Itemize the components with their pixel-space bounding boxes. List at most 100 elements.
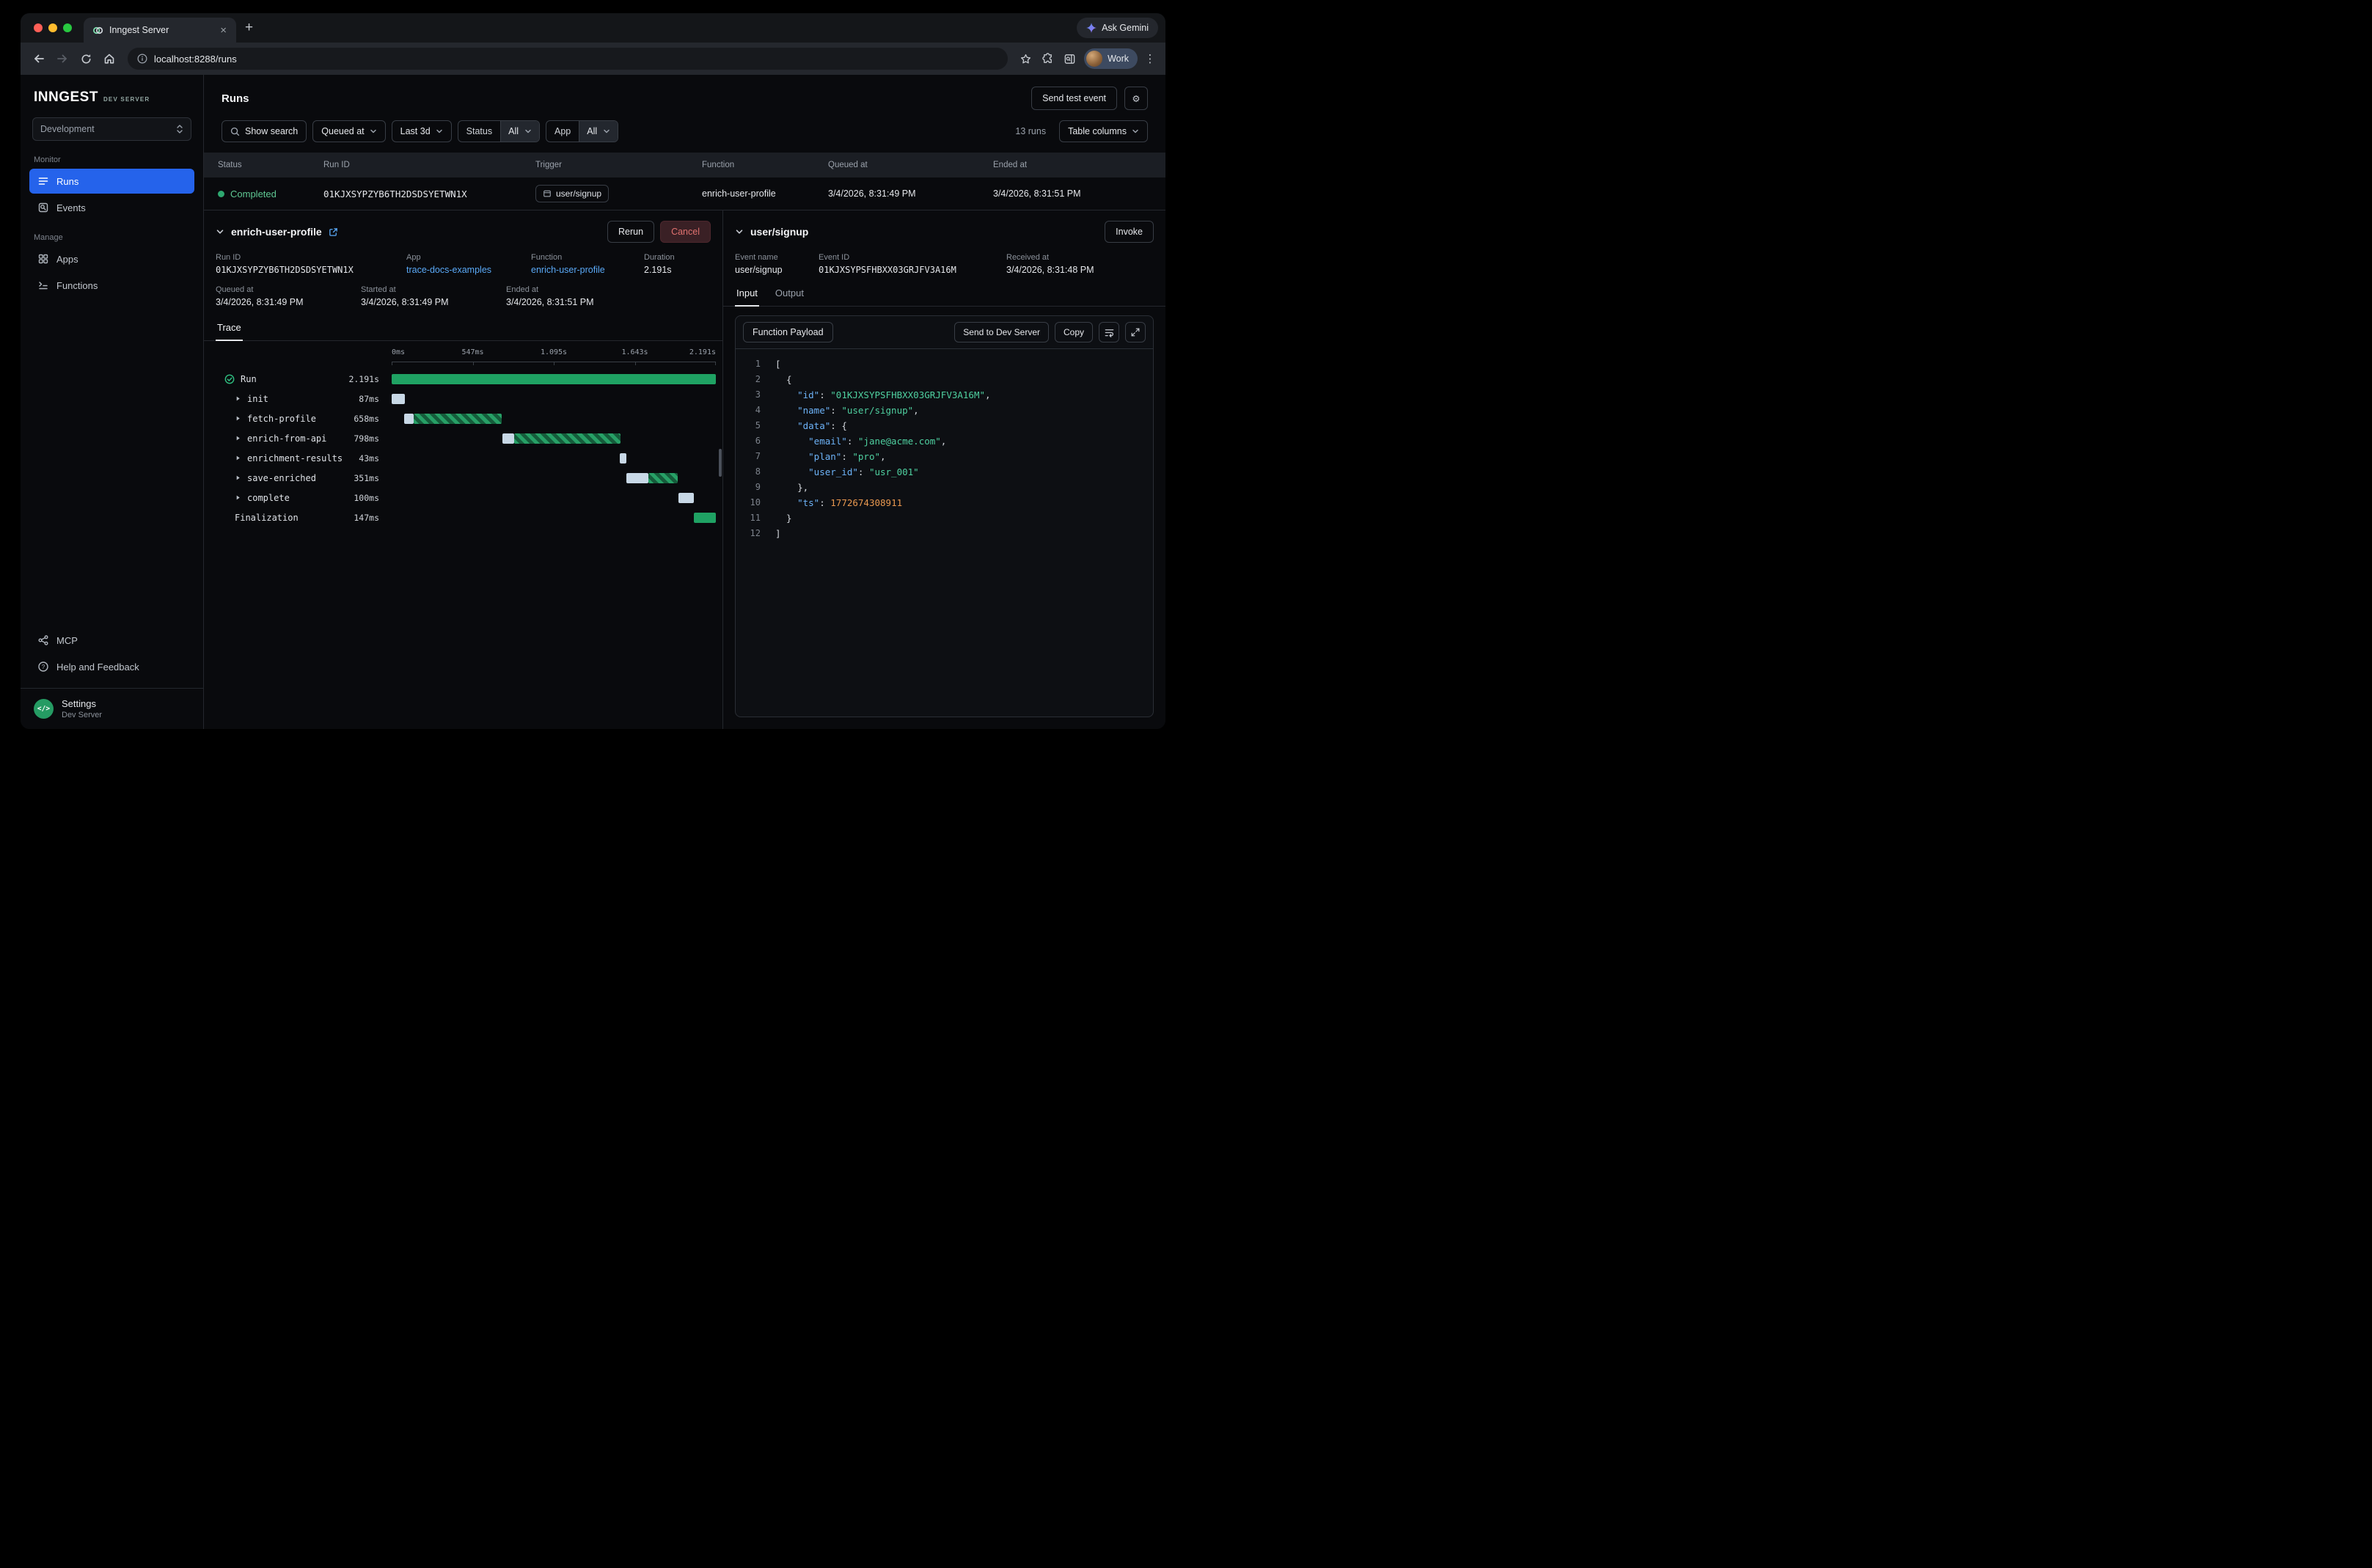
sidebar-item-functions[interactable]: Functions — [29, 273, 194, 298]
browser-tab[interactable]: Inngest Server × — [84, 18, 236, 43]
run-title: enrich-user-profile — [231, 226, 322, 238]
line-number: 2 — [744, 372, 761, 387]
search-icon — [230, 127, 240, 136]
gear-icon[interactable]: ⚙ — [1124, 87, 1148, 110]
caret-right-icon[interactable] — [235, 455, 241, 461]
caret-right-icon[interactable] — [235, 415, 241, 422]
send-to-dev-server-button[interactable]: Send to Dev Server — [954, 322, 1049, 342]
function-payload-chip[interactable]: Function Payload — [743, 322, 833, 342]
trace-label: enrichment-results43ms — [216, 453, 392, 464]
reload-icon[interactable] — [75, 48, 97, 70]
app-filter: App All — [546, 120, 618, 142]
caret-right-icon[interactable] — [235, 475, 241, 481]
trigger-badge[interactable]: user/signup — [535, 185, 609, 202]
trace-step-duration: 2.191s — [348, 374, 392, 384]
detail-field: Ended at3/4/2026, 8:31:51 PM — [506, 285, 594, 307]
trace-ruler — [392, 362, 716, 365]
rerun-button[interactable]: Rerun — [607, 221, 654, 243]
url-bar[interactable]: localhost:8288/runs — [128, 48, 1008, 70]
detail-field: Queued at3/4/2026, 8:31:49 PM — [216, 285, 361, 307]
tab-close-icon[interactable]: × — [216, 24, 230, 37]
table-row[interactable]: Completed01KJXSYPZYB6TH2DSDSYETWN1Xuser/… — [204, 177, 1165, 210]
status-filter: Status All — [458, 120, 540, 142]
collapse-chevron-icon[interactable] — [216, 227, 224, 236]
line-number: 10 — [744, 495, 761, 510]
trigger-cell: user/signup — [535, 185, 702, 202]
site-info-icon[interactable] — [137, 54, 147, 64]
apps-icon — [37, 253, 49, 265]
app-filter-select[interactable]: All — [579, 121, 618, 142]
trace-step-name: fetch-profile — [247, 414, 316, 424]
wrap-text-icon[interactable] — [1099, 322, 1119, 342]
trace-row-save-enriched[interactable]: save-enriched351ms — [216, 468, 716, 488]
tab-trace[interactable]: Trace — [216, 318, 243, 341]
field-value[interactable]: trace-docs-examples — [406, 265, 531, 275]
sidebar-item-runs[interactable]: Runs — [29, 169, 194, 194]
trace-label: init87ms — [216, 394, 392, 404]
trace-step-duration: 87ms — [359, 394, 392, 404]
status-filter-select[interactable]: All — [500, 121, 539, 142]
svg-text:?: ? — [41, 664, 45, 670]
invoke-button[interactable]: Invoke — [1105, 221, 1154, 243]
table-columns-dropdown[interactable]: Table columns — [1059, 120, 1148, 142]
code-icon: </> — [34, 699, 54, 719]
scrollbar-thumb[interactable] — [719, 449, 722, 477]
chevron-down-icon — [436, 128, 443, 135]
trace-row-enrichment-results[interactable]: enrichment-results43ms — [216, 448, 716, 468]
tab-input[interactable]: Input — [735, 284, 759, 307]
detail-field: Duration2.191s — [644, 253, 675, 275]
queued-at-dropdown[interactable]: Queued at — [312, 120, 385, 142]
caret-right-icon[interactable] — [235, 435, 241, 442]
trace-row-init[interactable]: init87ms — [216, 389, 716, 409]
caret-right-icon[interactable] — [235, 494, 241, 501]
cancel-button[interactable]: Cancel — [660, 221, 711, 243]
sidebar-item-mcp[interactable]: MCP — [29, 628, 194, 653]
new-tab-button[interactable]: + — [236, 15, 262, 40]
extensions-icon[interactable] — [1037, 48, 1058, 69]
forward-icon[interactable] — [51, 48, 73, 70]
status-text: Completed — [230, 188, 277, 199]
send-test-event-button[interactable]: Send test event — [1031, 87, 1117, 110]
collapse-chevron-icon[interactable] — [735, 227, 744, 236]
profile-chip[interactable]: Work — [1084, 48, 1138, 69]
axis-tick-label: 1.095s — [541, 348, 567, 356]
app-filter-value: All — [587, 126, 597, 136]
expand-icon[interactable] — [1125, 322, 1146, 342]
copy-button[interactable]: Copy — [1055, 322, 1093, 342]
caret-right-icon[interactable] — [235, 395, 241, 402]
browser-menu-icon[interactable]: ⋮ — [1142, 52, 1158, 65]
maximize-window-button[interactable] — [63, 23, 72, 32]
trace-bar-area — [392, 394, 716, 404]
environment-select[interactable]: Development — [32, 117, 191, 141]
trace-row-finalization[interactable]: Finalization147ms — [216, 508, 716, 527]
trace-row-run[interactable]: Run2.191s — [216, 369, 716, 389]
detail-field: Function enrich-user-profile — [531, 253, 644, 275]
trace-row-complete[interactable]: complete100ms — [216, 488, 716, 508]
close-window-button[interactable] — [34, 23, 43, 32]
side-panel-search-icon[interactable] — [1059, 48, 1080, 69]
code-line: 2 { — [744, 372, 1144, 387]
trace-bar-segment — [514, 433, 621, 444]
sidebar-item-apps[interactable]: Apps — [29, 246, 194, 271]
sidebar-item-help-and-feedback[interactable]: ?Help and Feedback — [29, 654, 194, 679]
axis-tick-label: 0ms — [392, 348, 405, 356]
function-cell: enrich-user-profile — [702, 188, 828, 199]
back-icon[interactable] — [28, 48, 50, 70]
sidebar-item-events[interactable]: Events — [29, 195, 194, 220]
bookmark-star-icon[interactable] — [1015, 48, 1036, 69]
trace-bar-segment — [694, 513, 716, 523]
ask-gemini-button[interactable]: Ask Gemini — [1077, 18, 1158, 38]
sidebar-settings[interactable]: </> Settings Dev Server — [21, 688, 203, 729]
functions-icon — [37, 279, 49, 292]
trace-row-enrich-from-api[interactable]: enrich-from-api798ms — [216, 428, 716, 448]
minimize-window-button[interactable] — [48, 23, 57, 32]
external-link-icon[interactable] — [329, 227, 338, 237]
home-icon[interactable] — [98, 48, 120, 70]
trace-row-fetch-profile[interactable]: fetch-profile658ms — [216, 409, 716, 428]
show-search-button[interactable]: Show search — [222, 120, 307, 142]
field-value[interactable]: enrich-user-profile — [531, 265, 644, 275]
trace-bar-segment — [678, 493, 693, 503]
tab-output[interactable]: Output — [774, 284, 805, 306]
time-range-dropdown[interactable]: Last 3d — [392, 120, 452, 142]
field-label: Function — [531, 253, 644, 262]
